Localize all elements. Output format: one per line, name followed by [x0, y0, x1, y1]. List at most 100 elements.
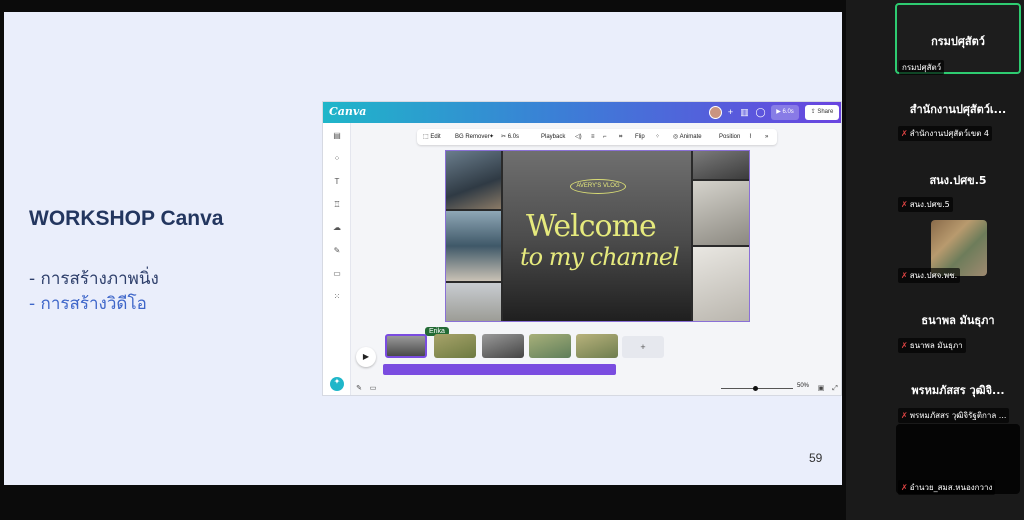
participant-tag-label: อำนวย_สมส.หนองกวาง	[909, 483, 993, 492]
canva-toolbar: ⬚ Edit BG Remover ✦ ✂ 6.0s Playback ◁) ≡…	[417, 129, 777, 145]
mic-off-icon: ✗	[901, 483, 908, 492]
paint-icon: ⌇	[749, 134, 752, 140]
toolbar-animate-label: Animate	[679, 134, 702, 140]
projects-icon: ▭	[333, 269, 341, 278]
slide-page-number: 59	[809, 451, 823, 465]
toolbar-duration: ✂ 6.0s	[501, 134, 520, 140]
photo-seaside	[446, 211, 501, 281]
slide-bullet-video: - การสร้างวิดีโอ	[29, 294, 147, 314]
present-button: ▶ 6.0s	[771, 105, 799, 120]
participant-name: พรหมภัสสร วุฒิจิ...	[911, 384, 1005, 397]
uploads-icon: ☁	[333, 223, 341, 232]
canva-header: Canva + ▥ ◯ ▶ 6.0s ⇪ Share	[323, 102, 841, 123]
participant-tile[interactable]: พรหมภัสสร วุฒิจิ... ✗ พรหมภัสสร วุฒิจิรัฐ…	[896, 368, 1020, 426]
toolbar-bg-remover: BG Remover	[455, 134, 490, 140]
user-avatar	[709, 106, 722, 119]
design-headline: Welcome	[526, 209, 657, 244]
audio-track	[383, 364, 616, 375]
participant-tag: ✗ สำนักงานปศุสัตว์เขต 4	[898, 126, 993, 141]
participant-name: ธนาพล มันธุภา	[921, 314, 995, 327]
canva-editor-screenshot: Canva + ▥ ◯ ▶ 6.0s ⇪ Share ▤ ⁘ T ♖ ☁ ✎ ▭…	[322, 101, 842, 396]
design-badge: AVERY'S VLOG	[570, 179, 626, 194]
magic-icon: ✦	[330, 377, 344, 391]
add-clip-button: +	[622, 336, 664, 358]
participant-tag: ✗ อำนวย_สมส.หนองกวาง	[898, 480, 996, 495]
timeline-clip-2	[434, 334, 476, 358]
participant-name: สำนักงานปศุสัตว์เ...	[909, 103, 1007, 116]
toolbar-flip: Flip	[635, 134, 645, 140]
timeline-clip-4	[529, 334, 571, 358]
participant-tag-label: พรหมภัสสร วุฒิจิรัฐติกาล ...	[909, 411, 1007, 420]
participant-tag: ✗ สนง.ปศจ.พช.	[898, 268, 961, 283]
participant-tag-label: สนง.ปศข.5	[909, 200, 950, 209]
fullscreen-icon: ⤢	[832, 385, 838, 392]
volume-icon: ◁)	[575, 134, 582, 140]
participant-tile[interactable]: สำนักงานปศุสัตว์เ... ✗ สำนักงานปศุสัตว์เข…	[896, 86, 1020, 144]
participant-tile[interactable]: ✗ สนง.ปศจ.พช.	[896, 218, 1020, 283]
participant-tile[interactable]: สนง.ปศข.5 ✗ สนง.ปศข.5	[896, 160, 1020, 218]
add-icon: +	[727, 107, 734, 117]
design-icon: ▤	[333, 131, 341, 140]
photo-interior	[693, 247, 749, 321]
mic-off-icon: ✗	[901, 341, 908, 350]
canva-logo: Canva	[329, 105, 367, 118]
mic-off-icon: ✗	[901, 411, 908, 420]
participant-tile[interactable]: ✗ อำนวย_สมส.หนองกวาง	[896, 424, 1020, 495]
video-design-canvas: AVERY'S VLOG Welcome to my channel	[445, 150, 750, 322]
slide-title: WORKSHOP Canva	[29, 207, 224, 230]
toolbar-duration-label: 6.0s	[507, 134, 520, 140]
transparency-icon: ⁘	[655, 134, 661, 140]
chart-icon: ▥	[740, 107, 749, 117]
zoom-slider-handle	[753, 386, 758, 391]
photo-venice	[446, 151, 501, 209]
play-button: ▶	[356, 347, 376, 367]
lines-icon: ≡	[591, 134, 595, 140]
timeline-clip-3	[482, 334, 524, 358]
participant-tile[interactable]: ธนาพล มันธุภา ✗ ธนาพล มันธุภา	[896, 298, 1020, 356]
share-label: Share	[817, 109, 834, 115]
participant-tag-label: สำนักงานปศุสัตว์เขต 4	[909, 129, 990, 138]
timer-icon: ▭	[369, 385, 377, 392]
participant-tag: กรมปศุสัตว์	[899, 60, 945, 75]
apps-icon: ⁙	[333, 292, 341, 301]
photo-tower	[446, 283, 501, 321]
photo-cafe	[693, 151, 749, 179]
notes-icon: ✎	[356, 385, 362, 392]
participant-tag: ✗ ธนาพล มันธุภา	[898, 338, 966, 353]
toolbar-playback: Playback	[541, 134, 566, 140]
participants-panel: กรมปศุสัตว์ กรมปศุสัตว์ สำนักงานปศุสัตว์…	[846, 0, 1024, 520]
share-button: ⇪ Share	[805, 105, 839, 120]
toolbar-edit-label: Edit	[430, 134, 441, 140]
crop-icon: ⌗	[619, 134, 623, 140]
timeline-clip-5	[576, 334, 618, 358]
participant-tile[interactable]: กรมปศุสัตว์ กรมปศุสัตว์	[895, 3, 1021, 75]
zoom-level: 50%	[797, 383, 810, 389]
comment-icon: ◯	[755, 107, 766, 117]
sparkle-icon: ✦	[489, 134, 495, 140]
shared-slide: WORKSHOP Canva - การสร้างภาพนิ่ง - การสร…	[4, 12, 842, 485]
participant-tag-label: สนง.ปศจ.พช.	[909, 271, 958, 280]
participant-tag-label: ธนาพล มันธุภา	[909, 341, 963, 350]
grid-view-icon: ▣	[817, 385, 825, 392]
mic-off-icon: ✗	[901, 271, 908, 280]
photo-statue	[693, 181, 749, 245]
elements-icon: ⁘	[333, 154, 341, 163]
toolbar-edit: ⬚ Edit	[423, 134, 441, 140]
design-subheadline: to my channel	[520, 243, 680, 271]
more-icon: »	[765, 134, 769, 140]
timeline-clip-1	[385, 334, 427, 358]
participant-name: กรมปศุสัตว์	[931, 35, 985, 48]
draw-icon: ✎	[333, 246, 341, 255]
present-label: 6.0s	[782, 109, 794, 115]
participant-tag: ✗ สนง.ปศข.5	[898, 197, 953, 212]
canva-side-rail: ▤ ⁘ T ♖ ☁ ✎ ▭ ⁙ ✦	[323, 123, 351, 395]
corner-icon: ⌐	[603, 134, 607, 140]
text-icon: T	[334, 177, 340, 186]
participant-name: สนง.ปศข.5	[929, 174, 987, 187]
toolbar-position: Position	[719, 134, 741, 140]
brand-icon: ♖	[333, 200, 341, 209]
slide-bullet-still-image: - การสร้างภาพนิ่ง	[29, 269, 159, 289]
meeting-window: WORKSHOP Canva - การสร้างภาพนิ่ง - การสร…	[0, 0, 1024, 520]
participant-tag: ✗ พรหมภัสสร วุฒิจิรัฐติกาล ...	[898, 408, 1010, 423]
mic-off-icon: ✗	[901, 129, 908, 138]
